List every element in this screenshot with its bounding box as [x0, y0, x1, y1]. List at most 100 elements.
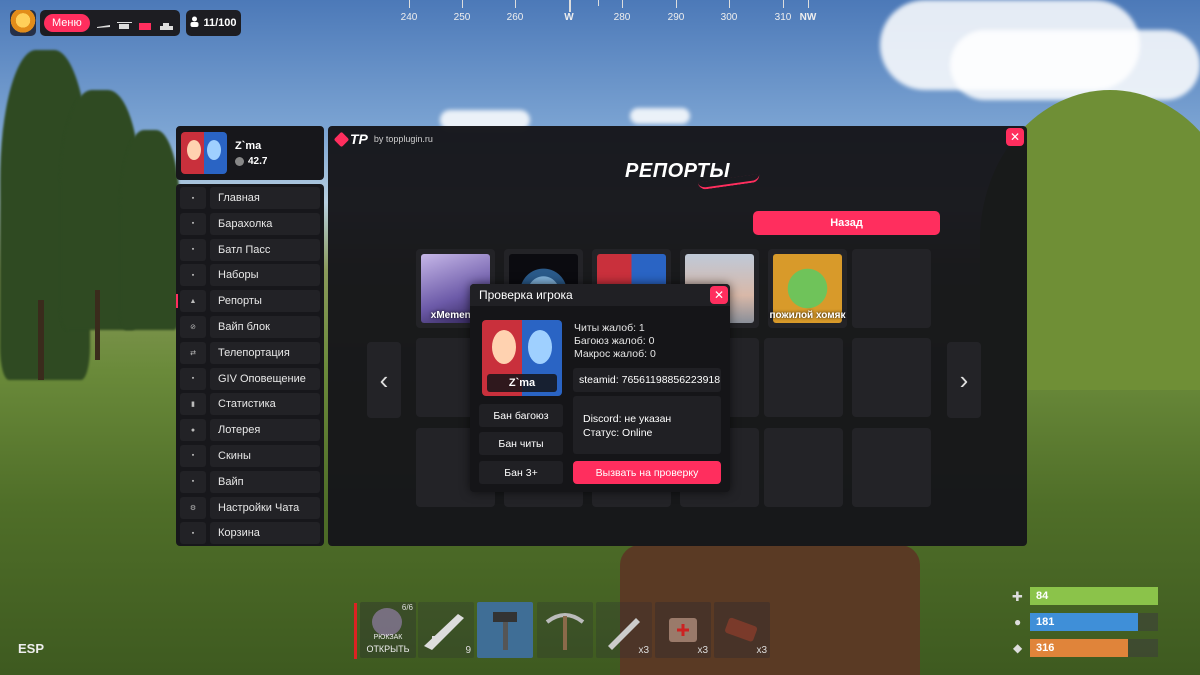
- empty-slot: [852, 338, 931, 417]
- skins-icon: ▪: [180, 444, 206, 467]
- back-button[interactable]: Назад: [753, 211, 940, 235]
- online-counter: 11/100: [186, 10, 241, 36]
- sidebar-item-chat-settings[interactable]: ⚙ Настройки Чата: [180, 496, 320, 519]
- compass-label: 310: [774, 12, 792, 23]
- player-card[interactable]: пожилой хомяк: [768, 249, 847, 328]
- ban-3plus-button[interactable]: Бан 3+: [479, 461, 563, 484]
- user-icon: [190, 16, 199, 30]
- shop-icon: ▪: [180, 212, 206, 235]
- logo-cube-icon: [333, 131, 350, 147]
- chevron-left-icon: ‹: [379, 364, 389, 395]
- online-count: 11/100: [203, 17, 237, 29]
- sidebar-item-skins[interactable]: ▪ Скины: [180, 444, 320, 467]
- sidebar-item-label: Корзина: [210, 522, 320, 545]
- compass-label: 250: [453, 12, 471, 23]
- backpack-icon: [372, 608, 402, 636]
- coin-icon: [235, 156, 244, 166]
- next-page-button[interactable]: ›: [947, 342, 981, 418]
- tp-logo: TP: [333, 131, 368, 147]
- profile-card: Z`ma 42.7: [176, 126, 324, 180]
- sidebar-item-lottery[interactable]: ● Лотерея: [180, 419, 320, 442]
- sidebar-item-giv[interactable]: ▪ GIV Оповещение: [180, 367, 320, 390]
- slot-count: x3: [638, 645, 649, 656]
- pickaxe-icon: [545, 613, 585, 650]
- brand-name: TP: [350, 131, 368, 147]
- top-menu-bar: Меню: [40, 10, 180, 36]
- backpack-label: РЮКЗАК: [373, 634, 403, 641]
- home-icon: ▪: [180, 187, 206, 209]
- sidebar-item-wipe-block[interactable]: ⊘ Вайп блок: [180, 315, 320, 338]
- menu-button[interactable]: Меню: [44, 14, 90, 32]
- wipe-block-icon: ⊘: [180, 315, 206, 338]
- sidebar-item-cart[interactable]: ▪ Корзина: [180, 522, 320, 545]
- notify-icon: ▪: [180, 367, 206, 390]
- wipe-icon: ▪: [180, 470, 206, 493]
- stats-icon: ▮: [180, 393, 206, 416]
- player-name: пожилой хомяк: [769, 310, 846, 321]
- brand-subtitle: by topplugin.ru: [373, 134, 433, 144]
- health-icon: ✚: [1012, 589, 1023, 604]
- profile-name: Z`ma: [235, 139, 262, 152]
- kits-icon: ▪: [180, 264, 206, 287]
- compass-label: 280: [613, 12, 631, 23]
- health-value: 84: [1036, 590, 1049, 602]
- sidebar-item-home[interactable]: ▪ Главная: [180, 187, 320, 209]
- sidebar-item-stats[interactable]: ▮ Статистика: [180, 393, 320, 416]
- ban-cheats-button[interactable]: Бан читы: [479, 432, 563, 455]
- sidebar-item-label: Вайп: [210, 470, 320, 493]
- macro-reports: Макрос жалоб: 0: [574, 348, 656, 360]
- hotbar-slot-medkit[interactable]: x3: [655, 602, 711, 658]
- close-panel-button[interactable]: ✕: [1006, 128, 1024, 146]
- water-bar: 181: [1030, 613, 1138, 631]
- hotbar-slot-rifle[interactable]: 9: [418, 602, 474, 658]
- profile-balance: 42.7: [248, 155, 268, 167]
- pass-icon: ▪: [180, 238, 206, 261]
- hotbar-slot-syringe[interactable]: x3: [596, 602, 652, 658]
- brand: TP by topplugin.ru: [333, 131, 433, 147]
- sidebar-item-label: Скины: [210, 444, 320, 467]
- water-value: 181: [1036, 616, 1055, 628]
- sidebar-item-label: Лотерея: [210, 419, 320, 442]
- hotbar-slot-pickaxe[interactable]: [537, 602, 593, 658]
- food-value: 316: [1036, 642, 1055, 654]
- profile-avatar: [181, 132, 227, 174]
- teleport-icon: ⇄: [180, 341, 206, 364]
- plane-icon[interactable]: [96, 18, 111, 28]
- tank-icon[interactable]: [159, 18, 174, 30]
- call-for-check-button[interactable]: Вызвать на проверку: [573, 461, 721, 484]
- prev-page-button[interactable]: ‹: [367, 342, 401, 418]
- empty-slot: [852, 249, 931, 328]
- helicopter-icon[interactable]: [116, 18, 132, 29]
- close-icon: ✕: [713, 288, 725, 302]
- backpack-indicator: [354, 603, 357, 659]
- player-avatar[interactable]: [10, 10, 36, 36]
- sidebar-item-wipe[interactable]: ▪ Вайп: [180, 470, 320, 493]
- backpack-slot[interactable]: 6/6 РЮКЗАК ОТКРЫТЬ: [360, 602, 416, 658]
- player-check-modal: Проверка игрока ✕ Z`ma Читы жалоб: 1 Баг…: [470, 284, 730, 492]
- sidebar-item-label: Наборы: [210, 264, 320, 287]
- hammer-icon: [493, 612, 517, 650]
- ban-bug-button[interactable]: Бан багоюз: [479, 404, 563, 427]
- sidebar-item-battlepass[interactable]: ▪ Батл Пасс: [180, 238, 320, 261]
- sidebar-item-teleport[interactable]: ⇄ Телепортация: [180, 341, 320, 364]
- empty-slot: [852, 428, 931, 507]
- esp-label: ESP: [18, 641, 45, 656]
- modal-header: Проверка игрока: [470, 284, 730, 306]
- backpack-open[interactable]: ОТКРЫТЬ: [360, 644, 416, 654]
- cargo-icon[interactable]: [138, 18, 153, 30]
- sidebar: ▪ Главная ▪ Барахолка ▪ Батл Пасс ▪ Наборы ▲…: [176, 184, 324, 546]
- sidebar-item-label: Телепортация: [210, 341, 320, 364]
- hotbar-slot-hammer[interactable]: [477, 602, 533, 658]
- sidebar-item-label: GIV Оповещение: [210, 367, 320, 390]
- status-info: Статус: Online: [583, 427, 653, 439]
- food-icon: ◆: [1013, 641, 1023, 655]
- sidebar-item-label: Главная: [210, 187, 320, 209]
- close-modal-button[interactable]: ✕: [710, 286, 728, 304]
- sidebar-item-reports[interactable]: ▲ Репорты: [176, 290, 320, 313]
- sidebar-item-kits[interactable]: ▪ Наборы: [180, 264, 320, 287]
- close-icon: ✕: [1009, 130, 1021, 144]
- modal-title: Проверка игрока: [479, 288, 573, 302]
- hotbar-slot-bandage[interactable]: x3: [714, 602, 770, 658]
- cart-icon: ▪: [180, 522, 206, 545]
- sidebar-item-market[interactable]: ▪ Барахолка: [180, 212, 320, 235]
